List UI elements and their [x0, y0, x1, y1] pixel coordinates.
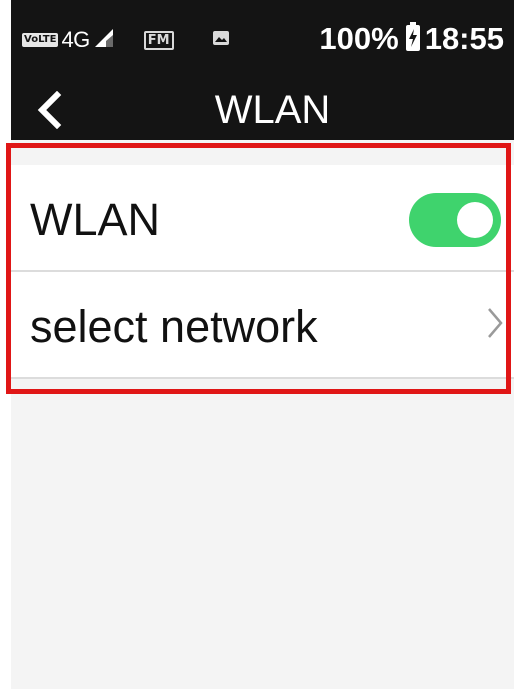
select-network-label: select network [30, 301, 318, 352]
page-title: WLAN [214, 88, 331, 132]
status-left-group: VoLTE 4G FM [22, 22, 230, 58]
status-clock: 18:55 [424, 21, 504, 56]
phone-screen: VoLTE 4G FM 100% 18:55 WLAN WLAN select … [11, 0, 514, 689]
select-network-row[interactable]: select network [11, 272, 514, 379]
signal-strength-icon [94, 28, 114, 53]
image-notification-icon [212, 30, 230, 51]
fm-radio-icon: FM [143, 30, 174, 50]
settings-list: WLAN select network [11, 165, 514, 379]
chevron-right-icon [486, 306, 504, 345]
title-bar: WLAN [11, 78, 514, 140]
wlan-toggle-switch[interactable] [409, 193, 501, 247]
network-type-label: 4G [61, 27, 90, 52]
battery-percent: 100% [319, 21, 399, 56]
volte-badge: VoLTE [22, 33, 59, 47]
toggle-knob [457, 202, 493, 238]
wlan-row-label: WLAN [30, 194, 161, 245]
battery-charging-icon [405, 21, 421, 57]
status-bar: VoLTE 4G FM 100% 18:55 [11, 0, 514, 78]
wlan-toggle-row[interactable]: WLAN [11, 165, 514, 272]
status-right-group: 100% 18:55 [319, 18, 504, 60]
